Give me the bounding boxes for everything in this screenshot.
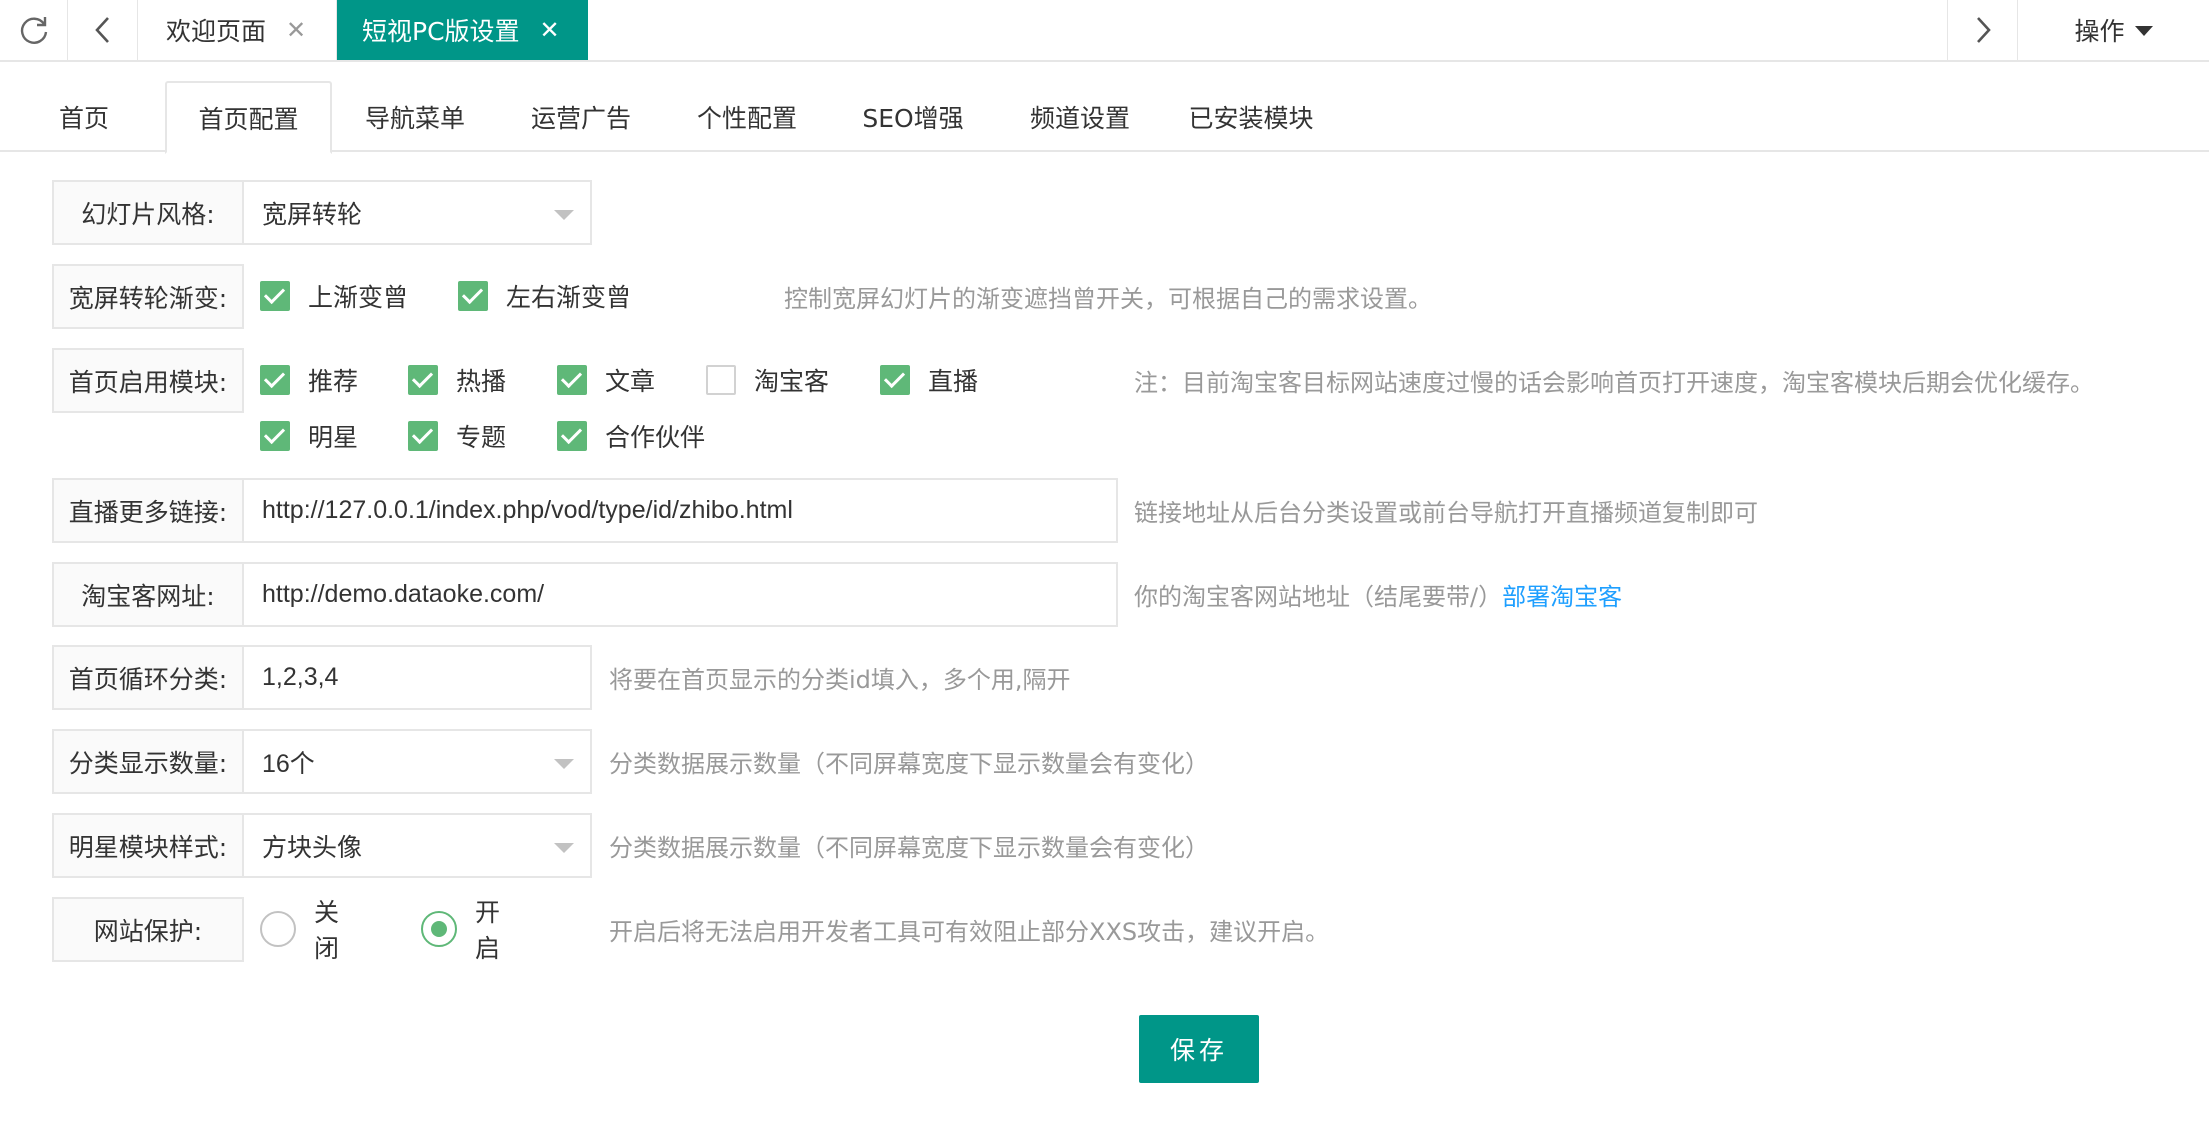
category-count-label: 分类显示数量: xyxy=(52,729,244,794)
checkbox-checked-icon xyxy=(557,421,587,451)
radio-checked-icon xyxy=(421,911,457,947)
tab-scroll-right-button[interactable] xyxy=(1947,0,2018,60)
checkbox-top-fade[interactable]: 上渐变曾 xyxy=(260,276,408,316)
checkbox-checked-icon xyxy=(260,421,290,451)
checkbox-label: 左右渐变曾 xyxy=(506,283,632,312)
checkbox-label: 合作伙伴 xyxy=(605,423,706,452)
checkbox-topic[interactable]: 专题 xyxy=(408,416,506,456)
tab-personal[interactable]: 个性配置 xyxy=(677,81,817,152)
checkbox-unchecked-icon xyxy=(706,365,736,395)
loop-category-hint: 将要在首页显示的分类id填入，多个用,隔开 xyxy=(609,666,1071,694)
tab-pc-settings-label: 短视PC版设置 xyxy=(362,17,520,46)
chevron-left-icon xyxy=(94,17,109,43)
radio-unchecked-icon xyxy=(260,911,296,947)
checkbox-label: 上渐变曾 xyxy=(308,283,409,312)
live-link-label: 直播更多链接: xyxy=(52,478,244,543)
checkbox-article[interactable]: 文章 xyxy=(557,360,655,400)
refresh-button[interactable] xyxy=(0,0,68,60)
taobao-url-label: 淘宝客网址: xyxy=(52,562,244,627)
tab-scroll-left-button[interactable] xyxy=(68,0,138,60)
checkbox-checked-icon xyxy=(260,365,290,395)
checkbox-label: 直播 xyxy=(928,367,979,396)
slide-style-value: 宽屏转轮 xyxy=(262,200,363,229)
loop-category-label: 首页循环分类: xyxy=(52,645,244,710)
checkbox-checked-icon xyxy=(408,421,438,451)
tab-home-config[interactable]: 首页配置 xyxy=(165,81,332,154)
tab-pc-settings[interactable]: 短视PC版设置 ✕ xyxy=(337,0,588,60)
checkbox-hot[interactable]: 热播 xyxy=(408,360,506,400)
checkbox-label: 明星 xyxy=(308,423,359,452)
close-icon[interactable]: ✕ xyxy=(286,18,306,42)
operations-label: 操作 xyxy=(2074,17,2125,46)
refresh-icon xyxy=(20,17,47,44)
close-icon[interactable]: ✕ xyxy=(540,18,560,42)
checkbox-checked-icon xyxy=(408,365,438,395)
chevron-right-icon xyxy=(1976,17,1991,43)
taobao-url-hint: 你的淘宝客网站地址（结尾要带/） 部署淘宝客 xyxy=(1134,562,1622,627)
star-style-select[interactable]: 方块头像 xyxy=(242,813,592,878)
star-style-label: 明星模块样式: xyxy=(52,813,244,878)
tab-home[interactable]: 首页 xyxy=(22,81,146,152)
taobao-url-hint-text: 你的淘宝客网站地址（结尾要带/） xyxy=(1134,583,1503,611)
radio-label: 关闭 xyxy=(314,898,340,963)
checkbox-label: 推荐 xyxy=(308,367,359,396)
modules-label: 首页启用模块: xyxy=(52,348,244,413)
caret-down-icon xyxy=(2134,26,2153,36)
checkbox-recommend[interactable]: 推荐 xyxy=(260,360,358,400)
category-count-value: 16个 xyxy=(262,749,315,778)
tab-welcome[interactable]: 欢迎页面 ✕ xyxy=(138,0,337,60)
caret-down-icon xyxy=(554,843,574,853)
checkbox-checked-icon xyxy=(880,365,910,395)
caret-down-icon xyxy=(554,210,574,220)
checkbox-checked-icon xyxy=(557,365,587,395)
tab-nav-menu[interactable]: 导航菜单 xyxy=(345,81,485,152)
category-count-hint: 分类数据展示数量（不同屏幕宽度下显示数量会有变化） xyxy=(609,750,1209,778)
tab-welcome-label: 欢迎页面 xyxy=(166,17,267,46)
checkbox-checked-icon xyxy=(458,281,488,311)
checkbox-star[interactable]: 明星 xyxy=(260,416,358,456)
loop-category-input[interactable]: 1,2,3,4 xyxy=(242,645,592,710)
star-style-hint: 分类数据展示数量（不同屏幕宽度下显示数量会有变化） xyxy=(609,834,1209,862)
operations-dropdown[interactable]: 操作 xyxy=(2018,0,2209,60)
checkbox-label: 热播 xyxy=(456,367,507,396)
checkbox-checked-icon xyxy=(260,281,290,311)
live-link-input[interactable]: http://127.0.0.1/index.php/vod/type/id/z… xyxy=(242,478,1118,543)
tab-seo[interactable]: SEO增强 xyxy=(843,81,983,152)
fade-label: 宽屏转轮渐变: xyxy=(52,264,244,329)
checkbox-label: 淘宝客 xyxy=(754,367,830,396)
taobao-url-input[interactable]: http://demo.dataoke.com/ xyxy=(242,562,1118,627)
loop-category-value: 1,2,3,4 xyxy=(262,663,339,691)
checkbox-taobao[interactable]: 淘宝客 xyxy=(706,360,829,400)
live-link-hint: 链接地址从后台分类设置或前台导航打开直播频道复制即可 xyxy=(1134,499,1758,527)
checkbox-partner[interactable]: 合作伙伴 xyxy=(557,416,705,456)
slide-style-select[interactable]: 宽屏转轮 xyxy=(242,180,592,245)
deploy-taobao-link[interactable]: 部署淘宝客 xyxy=(1502,577,1622,612)
category-count-select[interactable]: 16个 xyxy=(242,729,592,794)
top-tab-bar: 欢迎页面 ✕ 短视PC版设置 ✕ 操作 xyxy=(0,0,2209,62)
tab-ads[interactable]: 运营广告 xyxy=(511,81,651,152)
checkbox-label: 文章 xyxy=(605,367,656,396)
radio-label: 开启 xyxy=(475,898,501,963)
protect-label: 网站保护: xyxy=(52,897,244,962)
radio-off[interactable]: 关闭 xyxy=(260,898,339,963)
save-button[interactable]: 保存 xyxy=(1139,1015,1259,1083)
radio-on[interactable]: 开启 xyxy=(421,898,500,963)
tab-channel[interactable]: 频道设置 xyxy=(1010,81,1150,152)
caret-down-icon xyxy=(554,759,574,769)
fade-hint: 控制宽屏幻灯片的渐变遮挡曾开关，可根据自己的需求设置。 xyxy=(784,285,1432,313)
checkbox-lr-fade[interactable]: 左右渐变曾 xyxy=(458,276,631,316)
checkbox-label: 专题 xyxy=(456,423,507,452)
modules-hint: 注：目前淘宝客目标网站速度过慢的话会影响首页打开速度，淘宝客模块后期会优化缓存。 xyxy=(1134,369,2094,397)
tab-modules[interactable]: 已安装模块 xyxy=(1176,81,1326,152)
protect-hint: 开启后将无法启用开发者工具可有效阻止部分XXS攻击，建议开启。 xyxy=(609,918,1330,946)
settings-tabs: 首页 首页配置 导航菜单 运营广告 个性配置 SEO增强 频道设置 已安装模块 xyxy=(0,81,2209,154)
taobao-url-value: http://demo.dataoke.com/ xyxy=(262,580,545,608)
star-style-value: 方块头像 xyxy=(262,833,363,862)
live-link-value: http://127.0.0.1/index.php/vod/type/id/z… xyxy=(262,496,793,524)
checkbox-live[interactable]: 直播 xyxy=(880,360,978,400)
slide-style-label: 幻灯片风格: xyxy=(52,180,244,245)
